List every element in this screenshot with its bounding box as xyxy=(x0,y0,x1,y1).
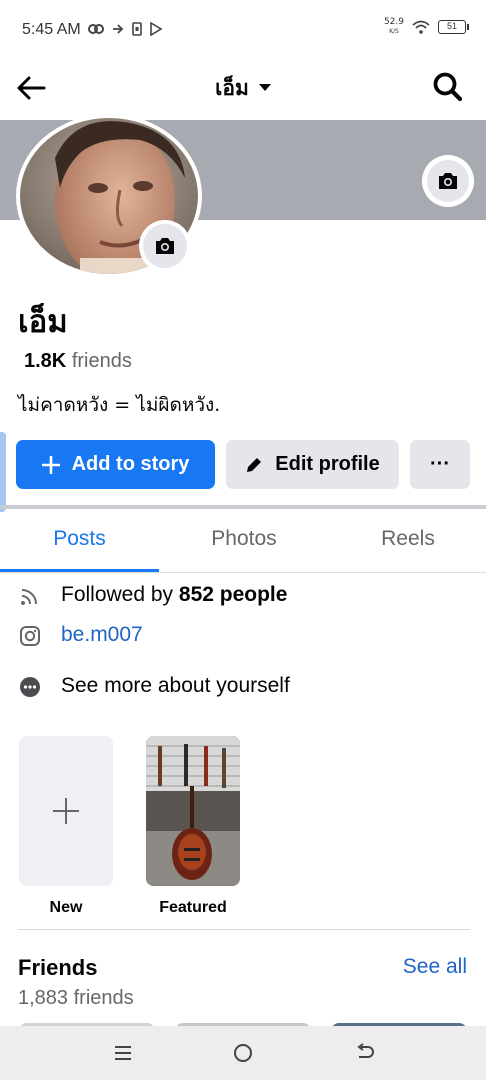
see-more-about-row[interactable]: See more about yourself xyxy=(0,667,486,707)
edit-cover-button[interactable] xyxy=(422,155,474,207)
menu-icon xyxy=(115,1046,131,1060)
signal-arrow-icon xyxy=(113,24,124,34)
profile-tabs: Posts Photos Reels xyxy=(0,509,486,573)
plus-icon xyxy=(41,455,60,474)
play-store-icon xyxy=(150,22,162,36)
followers-text: Followed by 852 people xyxy=(61,583,287,607)
featured-card[interactable] xyxy=(146,736,240,886)
featured-guitar-photo xyxy=(146,736,240,886)
profile-bio: ไม่คาดหวัง = ไม่ผิดหวัง. xyxy=(18,394,221,416)
nav-title-text: เอ็ม xyxy=(215,77,249,100)
see-all-friends-link[interactable]: See all xyxy=(403,955,467,979)
edit-avatar-button-bg xyxy=(143,224,187,268)
edit-avatar-button[interactable] xyxy=(139,220,191,272)
friends-summary[interactable]: 1.8K friends xyxy=(24,350,132,373)
instagram-row[interactable]: be.m007 xyxy=(0,616,486,656)
new-featured-label: New xyxy=(49,899,83,916)
add-to-story-label: Add to story xyxy=(71,453,190,475)
edit-profile-label: Edit profile xyxy=(275,453,380,475)
tab-posts[interactable]: Posts xyxy=(0,527,159,551)
more-dots-icon: ··· xyxy=(430,453,450,475)
status-bar: 5:45 AM 52.9 K/S 51 xyxy=(0,0,486,56)
pencil-icon xyxy=(245,456,263,474)
net-speed: 52.9 K/S xyxy=(383,17,404,36)
new-featured-card[interactable] xyxy=(19,736,113,886)
followers-count: 852 people xyxy=(178,583,288,606)
top-navigation: เอ็ม xyxy=(0,56,486,120)
recent-apps-button[interactable] xyxy=(110,1041,136,1065)
scroll-edge-indicator xyxy=(0,432,6,512)
see-more-about-text: See more about yourself xyxy=(61,674,290,697)
status-notification-icons xyxy=(88,22,162,36)
camera-icon xyxy=(439,173,457,189)
battery-indicator: 51 xyxy=(438,20,469,34)
more-dots-icon xyxy=(18,675,42,699)
sim-icon xyxy=(132,22,142,36)
profile-actions: Add to story Edit profile ··· xyxy=(16,440,470,490)
tab-photos[interactable]: Photos xyxy=(164,527,324,551)
edit-profile-button[interactable]: Edit profile xyxy=(226,440,399,489)
camera-icon xyxy=(156,238,174,254)
more-options-button[interactable]: ··· xyxy=(410,440,470,489)
followers-row[interactable]: Followed by 852 people xyxy=(0,576,486,616)
home-button[interactable] xyxy=(230,1041,256,1065)
back-nav-button[interactable] xyxy=(352,1041,378,1065)
back-arrow-icon xyxy=(357,1043,374,1058)
profile-switcher[interactable]: เอ็ม xyxy=(0,72,486,105)
status-time: 5:45 AM xyxy=(22,21,81,38)
friends-count: 1.8K xyxy=(24,350,67,372)
instagram-handle[interactable]: be.m007 xyxy=(61,623,143,647)
link-icon xyxy=(88,24,104,34)
home-circle-icon xyxy=(234,1044,252,1062)
featured-label: Featured xyxy=(159,899,227,916)
search-button[interactable] xyxy=(430,69,466,105)
active-tab-indicator xyxy=(0,569,159,572)
plus-icon xyxy=(53,798,79,824)
friends-total: 1,883 friends xyxy=(18,987,134,1009)
caret-down-icon xyxy=(258,83,271,91)
followers-prefix: Followed by xyxy=(61,583,179,606)
edit-cover-button-bg xyxy=(427,160,469,202)
profile-name: เอ็ม xyxy=(18,304,68,340)
divider xyxy=(18,929,470,930)
rss-icon xyxy=(18,584,42,608)
friends-section-title: Friends xyxy=(18,955,98,980)
system-navigation-bar xyxy=(0,1026,486,1080)
tab-reels[interactable]: Reels xyxy=(328,527,486,551)
instagram-icon xyxy=(18,624,42,648)
status-system-icons: 52.9 K/S 51 xyxy=(383,17,469,36)
add-to-story-button[interactable]: Add to story xyxy=(16,440,215,489)
wifi-icon xyxy=(412,20,430,34)
search-icon xyxy=(433,72,463,102)
friends-word: friends xyxy=(71,350,132,372)
